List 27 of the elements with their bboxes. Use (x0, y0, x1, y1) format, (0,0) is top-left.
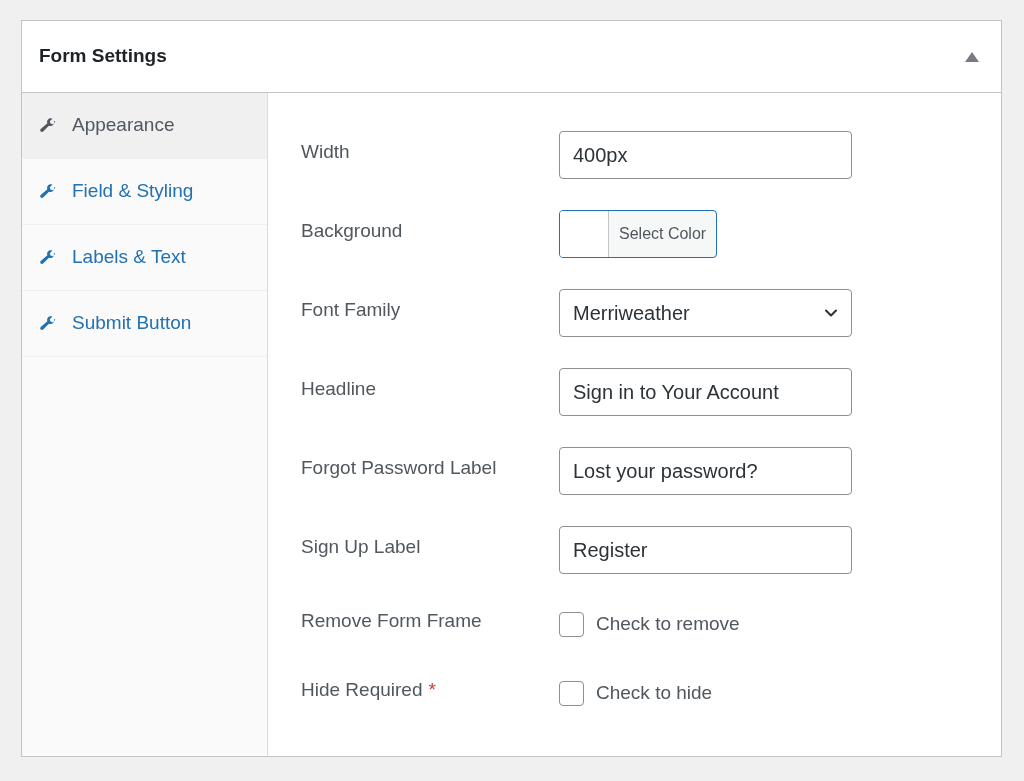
field-label: Remove Form Frame (301, 608, 482, 633)
text-input[interactable]: Sign in to Your Account (559, 368, 852, 416)
wrench-icon (40, 183, 56, 200)
field-label: Font Family (301, 297, 401, 322)
checkbox[interactable] (559, 680, 584, 706)
checkbox-label[interactable]: Check to hide (596, 678, 713, 708)
panel-title: Form Settings (39, 44, 167, 69)
field-label: Background (301, 218, 403, 243)
checkbox-label[interactable]: Check to remove (596, 609, 740, 639)
field-label: Forgot Password Label (301, 455, 497, 480)
field-label: Headline (301, 376, 376, 401)
checkbox[interactable] (559, 611, 584, 637)
text-input[interactable]: 400px (559, 131, 852, 179)
sidebar-tab[interactable]: Appearance (22, 93, 267, 159)
field-label: Sign Up Label (301, 534, 421, 559)
field-label: Hide Required (301, 677, 423, 702)
required-mark: * (428, 677, 436, 702)
select-field[interactable]: Merriweather (559, 289, 852, 337)
color-picker-button[interactable]: Select Color (559, 210, 718, 258)
text-input[interactable]: Register (559, 526, 852, 574)
text-input[interactable]: Lost your password? (559, 447, 852, 495)
field-label: Width (301, 139, 350, 164)
wrench-icon (40, 249, 56, 266)
wrench-icon (40, 117, 56, 134)
wrench-icon (40, 315, 56, 332)
swatch-icon (560, 211, 609, 257)
collapse-toggle-icon[interactable] (965, 51, 979, 62)
